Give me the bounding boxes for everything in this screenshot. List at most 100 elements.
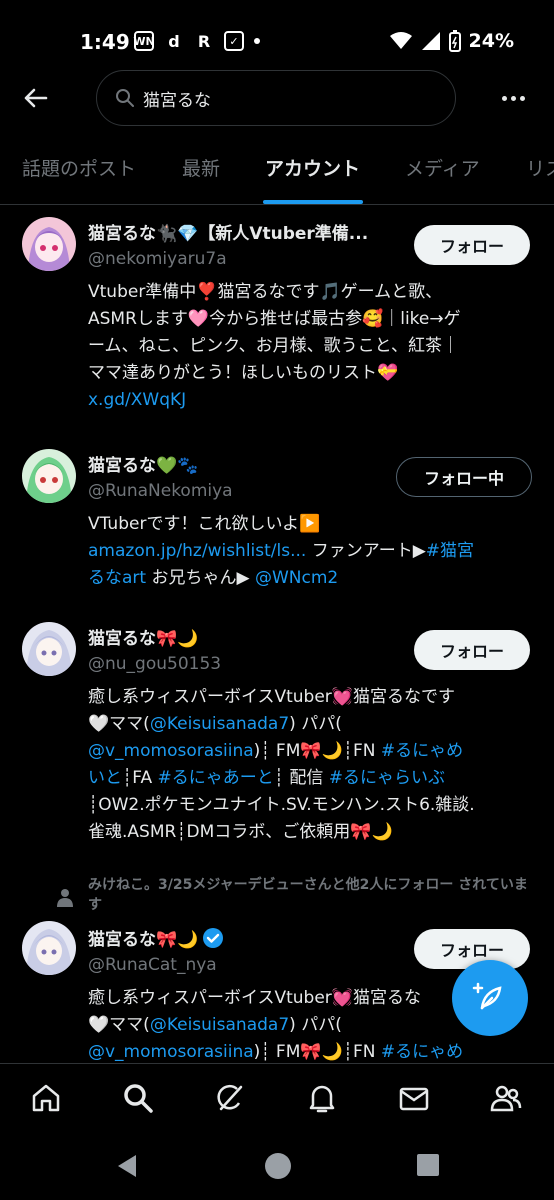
grok-icon: [217, 1084, 243, 1111]
bio-hashtag[interactable]: #猫宮: [426, 541, 474, 561]
bio-text: お兄ちゃん▶: [146, 568, 255, 588]
bio-line: Vtuber準備中❣️猫宮るなです🎵ゲームと歌、: [88, 282, 443, 302]
account-name: 猫宮るな🎀🌙: [88, 629, 199, 649]
more-options-button[interactable]: [502, 88, 532, 108]
battery-icon: [448, 30, 461, 52]
more-dot-icon: [511, 95, 516, 101]
account-bio: VTuberです！これ欲しいよ▶️ amazon.jp/hz/wishlist/…: [88, 511, 528, 592]
bio-hashtag[interactable]: #るにゃめ: [381, 741, 463, 761]
bio-text: 🤍ママ(: [88, 714, 150, 734]
bio-mention[interactable]: @v_momosorasiina: [88, 1042, 254, 1062]
account-item[interactable]: 猫宮るな💚🐾 @RunaNekomiya フォロー中 VTuberです！これ欲し…: [0, 437, 554, 607]
accounts-list: 猫宮るな🐈‍⬛💎【新人Vtuber準備... @nekomiyaru7a フォロ…: [0, 205, 554, 1063]
account-handle: @nu_gou50153: [88, 654, 222, 674]
bottom-navigation: [0, 1063, 554, 1134]
search-icon: [116, 89, 134, 107]
bio-text: ) パパ(: [289, 714, 342, 734]
bio-mention[interactable]: @Keisuisanada7: [150, 1015, 289, 1035]
bio-text: )┊ FM🎀🌙┊FN: [253, 1042, 381, 1062]
bio-line: ┊OW2.ポケモンユナイト.SV.モンハン.スト6.雑談.: [88, 795, 475, 815]
social-context: みけねこ。3/25メジャーデビューさんと他2人にフォロー されています: [56, 875, 536, 915]
account-bio: 癒し系ウィスパーボイスVtuber💓猫宮るなです 🤍ママ(@Keisuisana…: [88, 684, 528, 846]
account-handle: @RunaCat_nya: [88, 955, 217, 975]
home-icon: [32, 1084, 60, 1112]
social-context-text: みけねこ。3/25メジャーデビューさんと他2人にフォロー されています: [88, 877, 528, 913]
account-handle: @nekomiyaru7a: [88, 249, 227, 269]
search-icon: [124, 1084, 153, 1113]
bio-mention[interactable]: @v_momosorasiina: [88, 741, 254, 761]
verified-badge-icon: [203, 927, 224, 948]
account-name: 猫宮るな💚🐾: [88, 456, 199, 476]
bio-line: 雀魂.ASMR┊DMコラボ、ご依頼用🎀🌙: [88, 822, 393, 842]
follow-button[interactable]: フォロー: [414, 225, 530, 265]
follow-button[interactable]: フォロー: [414, 929, 530, 969]
search-tabs: 話題のポスト 最新 アカウント メディア リス: [0, 138, 554, 205]
tab-lists[interactable]: リス: [526, 154, 554, 181]
bio-text: 🤍ママ(: [88, 1015, 150, 1035]
bio-text: ) パパ(: [289, 1015, 342, 1035]
tab-accounts[interactable]: アカウント: [265, 154, 360, 181]
search-input[interactable]: 猫宮るな: [96, 70, 456, 126]
more-dot-icon: [502, 95, 507, 101]
more-notifications-icon: [254, 38, 260, 44]
status-time: 1:49: [80, 30, 130, 54]
bio-hashtag[interactable]: #るにゃらいぶ: [329, 768, 445, 788]
bio-hashtag[interactable]: いと: [88, 768, 122, 788]
follow-button[interactable]: フォロー: [414, 630, 530, 670]
bio-mention[interactable]: @Keisuisanada7: [150, 714, 289, 734]
system-recents-icon[interactable]: [416, 1153, 440, 1177]
nav-notifications[interactable]: [302, 1078, 342, 1118]
bio-link[interactable]: x.gd/XWqKJ: [88, 387, 528, 414]
nav-messages[interactable]: [394, 1078, 434, 1118]
tab-top[interactable]: 話題のポスト: [22, 154, 136, 181]
account-item[interactable]: 猫宮るな🎀🌙 @nu_gou50153 フォロー 癒し系ウィスパーボイスVtub…: [0, 610, 554, 870]
avatar[interactable]: [22, 622, 76, 676]
bio-text: ┊FA: [122, 768, 158, 788]
compose-feather-icon: [472, 982, 502, 1010]
nav-grok[interactable]: [210, 1078, 250, 1118]
account-item[interactable]: 猫宮るな🐈‍⬛💎【新人Vtuber準備... @nekomiyaru7a フォロ…: [0, 205, 554, 435]
search-query: 猫宮るな: [143, 90, 211, 111]
bio-line: ーム、ねこ、ピンク、お月様、歌うこと、紅茶｜: [88, 336, 459, 356]
nav-explore[interactable]: [118, 1078, 158, 1118]
wn-app-icon: WN: [133, 31, 155, 51]
avatar[interactable]: [22, 217, 76, 271]
account-name: 猫宮るな🐈‍⬛💎【新人Vtuber準備...: [88, 224, 369, 244]
compose-post-button[interactable]: [452, 960, 528, 1036]
following-button[interactable]: フォロー中: [396, 457, 532, 497]
tab-media[interactable]: メディア: [405, 154, 480, 181]
active-tab-indicator: [263, 200, 363, 204]
account-name-row: 猫宮るな🎀🌙: [88, 925, 224, 950]
bio-hashtag[interactable]: るなart: [88, 568, 146, 588]
d-app-icon: d: [168, 31, 180, 51]
nav-communities[interactable]: [486, 1078, 526, 1118]
bio-text: ┊ 配信: [273, 768, 329, 788]
checkbox-app-icon: ✓: [224, 31, 244, 51]
bell-icon: [309, 1085, 335, 1113]
mail-icon: [399, 1087, 429, 1111]
avatar[interactable]: [22, 921, 76, 975]
avatar[interactable]: [22, 449, 76, 503]
bio-hashtag[interactable]: #るにゃめ: [381, 1042, 463, 1062]
back-button[interactable]: [18, 80, 54, 116]
communities-icon: [490, 1085, 522, 1112]
bio-line: ママ達ありがとう！ほしいものリスト💝: [88, 363, 399, 383]
nav-home[interactable]: [26, 1078, 66, 1118]
battery-percent: 24%: [468, 30, 514, 52]
account-name: 猫宮るな🎀🌙: [88, 930, 199, 950]
r-app-icon: R: [197, 31, 211, 51]
more-dot-icon: [520, 95, 525, 101]
system-home-icon[interactable]: [264, 1152, 292, 1180]
system-navigation-bar: [0, 1133, 554, 1200]
bio-text: )┊ FM🎀🌙┊FN: [253, 741, 381, 761]
back-arrow-icon: [24, 88, 48, 108]
bio-line: 癒し系ウィスパーボイスVtuber💓猫宮るなです: [88, 687, 455, 707]
bio-hashtag[interactable]: #るにゃあーと: [158, 768, 274, 788]
tab-latest[interactable]: 最新: [182, 154, 220, 181]
bio-mention[interactable]: @WNcm2: [255, 568, 338, 588]
signal-icon: [421, 32, 440, 50]
bio-link[interactable]: amazon.jp/hz/wishlist/ls...: [88, 541, 306, 561]
bio-text: ファンアート▶: [306, 541, 426, 561]
system-back-icon[interactable]: [114, 1153, 140, 1179]
bio-line: VTuberです！これ欲しいよ▶️: [88, 514, 321, 534]
